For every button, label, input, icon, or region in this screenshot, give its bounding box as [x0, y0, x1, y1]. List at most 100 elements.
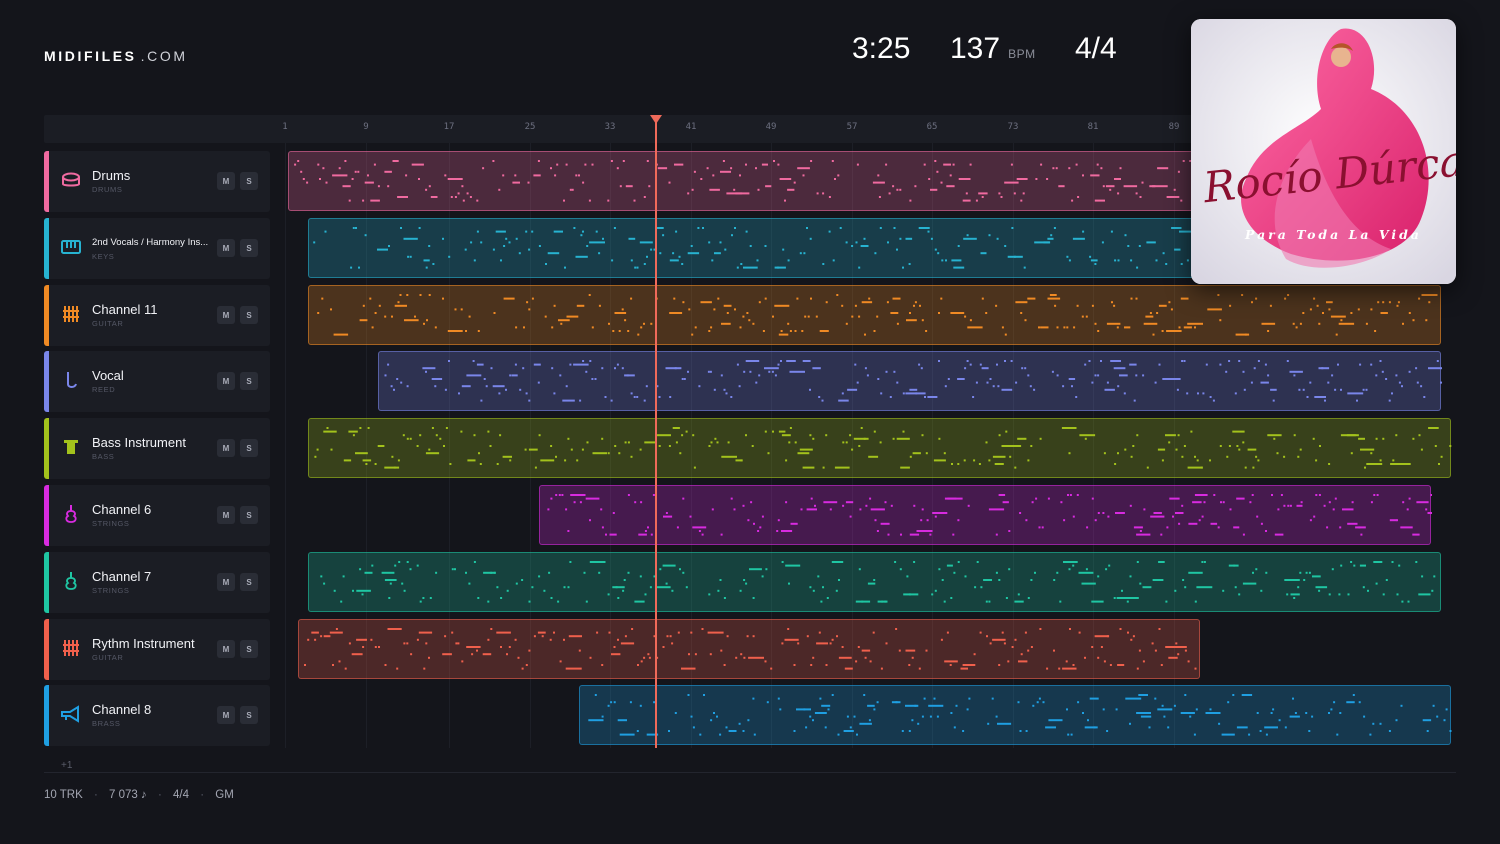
ruler-tick: 25 [524, 122, 536, 132]
mute-button[interactable]: M [217, 506, 235, 524]
footer-divider [44, 772, 1456, 773]
ruler-tick: 73 [1007, 122, 1019, 132]
track-color-bar [44, 285, 49, 346]
midi-clip[interactable] [308, 285, 1441, 345]
mute-button[interactable]: M [217, 573, 235, 591]
track-header[interactable]: Channel 8 BRASS M S [44, 685, 270, 746]
note-count: 7 073 ♪ [109, 789, 147, 801]
midi-clip[interactable] [579, 685, 1452, 745]
trumpet-icon [60, 703, 82, 725]
midi-format: GM [215, 789, 234, 801]
track-color-bar [44, 485, 49, 546]
drum-icon [60, 169, 82, 191]
footer-summary: 10 TRK · 7 073 ♪ · 4/4 · GM [44, 789, 242, 801]
midi-clip[interactable] [298, 619, 1200, 679]
violin-icon [60, 570, 82, 592]
track-name: Channel 7 [92, 569, 152, 584]
clip-notes [317, 294, 1438, 336]
mute-button[interactable]: M [217, 372, 235, 390]
guitar-grid-icon [60, 637, 82, 659]
violin-icon [60, 503, 82, 525]
mute-button[interactable]: M [217, 640, 235, 658]
track-color-bar [44, 351, 49, 412]
logo-main: MIDIFILES [44, 48, 137, 64]
track-category: DRUMS [92, 185, 123, 194]
time-signature: 4/4 [1075, 32, 1117, 65]
separator-dot: · [93, 789, 98, 801]
ruler-tick: 81 [1087, 122, 1099, 132]
track-name: Channel 6 [92, 502, 152, 517]
mute-button[interactable]: M [217, 439, 235, 457]
track-category: BASS [92, 452, 115, 461]
solo-button[interactable]: S [240, 306, 258, 324]
track-header[interactable]: Drums DRUMS M S [44, 151, 270, 212]
tempo-display: 137 BPM [950, 32, 1036, 66]
bar-gridline [285, 143, 286, 748]
midi-clip[interactable] [308, 418, 1452, 478]
midi-clip[interactable] [308, 552, 1441, 612]
track-header[interactable]: Vocal REED M S [44, 351, 270, 412]
track-color-bar [44, 418, 49, 479]
site-logo[interactable]: MIDIFILES .COM [44, 48, 188, 64]
track-name: Vocal [92, 368, 124, 383]
playhead-line[interactable] [655, 122, 657, 748]
solo-button[interactable]: S [240, 573, 258, 591]
track-name: Channel 11 [92, 302, 158, 317]
track-category: GUITAR [92, 319, 124, 328]
track-name: Rythm Instrument [92, 636, 195, 651]
ruler-tick: 17 [443, 122, 455, 132]
solo-button[interactable]: S [240, 372, 258, 390]
mute-button[interactable]: M [217, 239, 235, 257]
track-category: BRASS [92, 719, 121, 728]
track-header[interactable]: Bass Instrument BASS M S [44, 418, 270, 479]
track-color-bar [44, 218, 49, 279]
separator-dot: · [200, 789, 205, 801]
mute-button[interactable]: M [217, 172, 235, 190]
track-name: Drums [92, 168, 131, 183]
track-header[interactable]: Rythm Instrument GUITAR M S [44, 619, 270, 680]
track-color-bar [44, 552, 49, 613]
solo-button[interactable]: S [240, 706, 258, 724]
midi-clip[interactable] [378, 351, 1442, 411]
clip-notes [304, 628, 1197, 670]
clip-notes [320, 561, 1436, 603]
track-header[interactable]: Channel 6 STRINGS M S [44, 485, 270, 546]
midi-clip[interactable] [539, 485, 1432, 545]
track-header[interactable]: 2nd Vocals / Harmony Ins... KEYS M S [44, 218, 270, 279]
solo-button[interactable]: S [240, 640, 258, 658]
track-category: STRINGS [92, 519, 130, 528]
more-tracks-count[interactable]: +1 [61, 760, 72, 771]
solo-button[interactable]: S [240, 239, 258, 257]
cover-album-title: Para Toda La Vida [1245, 227, 1422, 242]
solo-button[interactable]: S [240, 506, 258, 524]
track-category: GUITAR [92, 653, 124, 662]
track-color-bar [44, 619, 49, 680]
bass-icon [60, 436, 82, 458]
saxophone-icon [60, 369, 82, 391]
clip-notes [384, 360, 1442, 402]
keyboard-icon [60, 236, 82, 258]
bpm-value: 137 [950, 32, 1001, 65]
separator-dot: · [157, 789, 162, 801]
ruler-tick: 41 [685, 122, 697, 132]
ruler-tick: 9 [363, 122, 369, 132]
clip-notes [588, 694, 1452, 736]
ruler-tick: 65 [926, 122, 938, 132]
mute-button[interactable]: M [217, 706, 235, 724]
track-category: STRINGS [92, 586, 130, 595]
ruler-tick: 1 [282, 122, 288, 132]
solo-button[interactable]: S [240, 172, 258, 190]
track-count: 10 TRK [44, 789, 83, 801]
playhead-marker[interactable] [650, 115, 662, 124]
solo-button[interactable]: S [240, 439, 258, 457]
mute-button[interactable]: M [217, 306, 235, 324]
bpm-unit: BPM [1008, 47, 1036, 61]
logo-suffix: .COM [140, 48, 188, 64]
track-name: Bass Instrument [92, 435, 186, 450]
track-header[interactable]: Channel 7 STRINGS M S [44, 552, 270, 613]
track-color-bar [44, 685, 49, 746]
track-header[interactable]: Channel 11 GUITAR M S [44, 285, 270, 346]
track-name: 2nd Vocals / Harmony Ins... [92, 237, 209, 248]
track-category: KEYS [92, 252, 115, 261]
ruler-tick: 57 [846, 122, 858, 132]
